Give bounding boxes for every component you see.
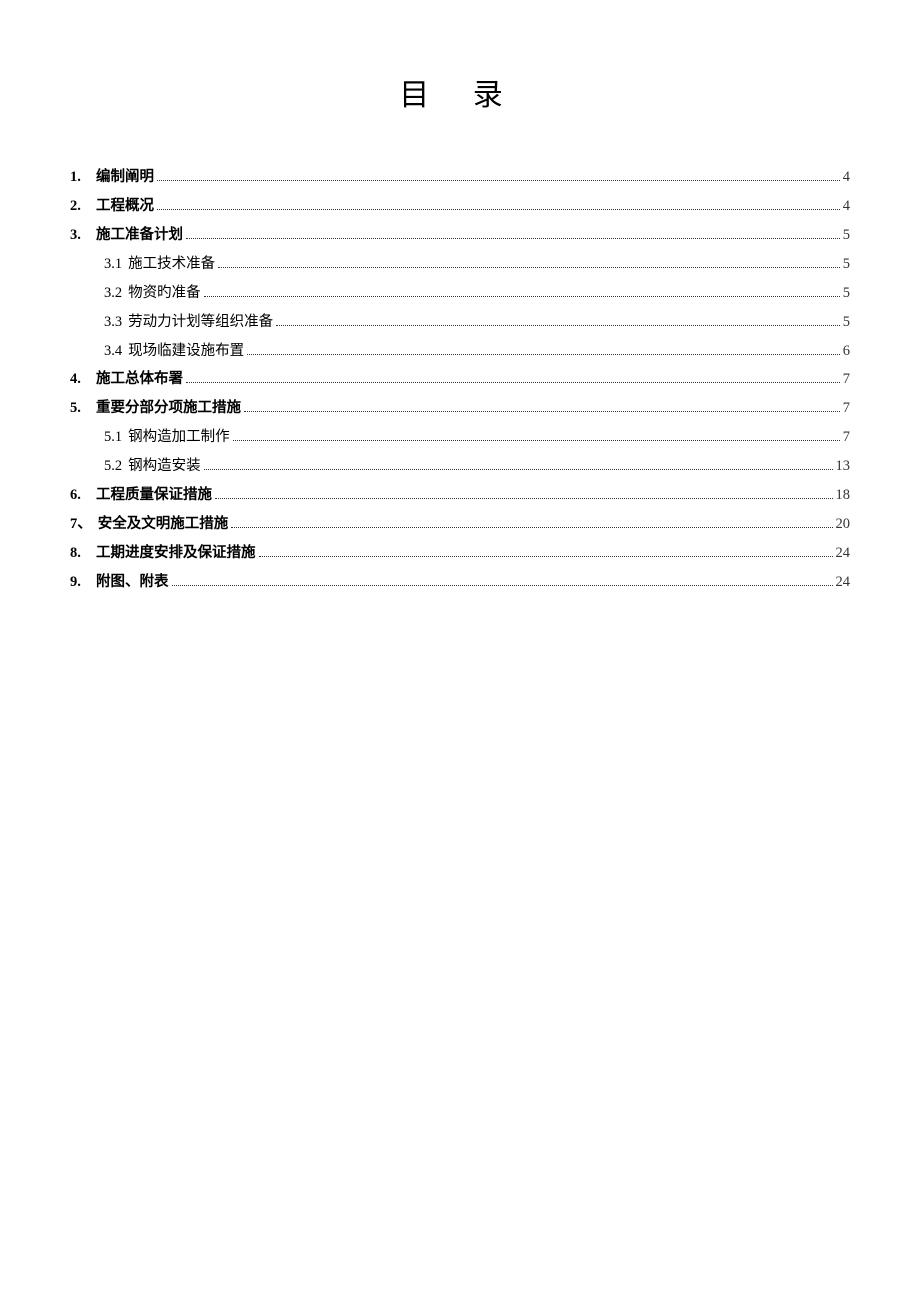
- toc-entry-number: 4.: [70, 368, 90, 392]
- toc-entry-label: 工期进度安排及保证措施: [96, 542, 256, 566]
- toc-leader-dots: [276, 325, 840, 326]
- toc-entry-page: 5: [843, 253, 850, 277]
- toc-leader-dots: [157, 180, 840, 181]
- toc-leader-dots: [218, 267, 840, 268]
- toc-entry-number: 8.: [70, 542, 90, 566]
- toc-entry: 3.2 物资旳准备 5: [70, 282, 850, 306]
- toc-entry-label: 物资旳准备: [128, 282, 201, 306]
- toc-entry: 7、安全及文明施工措施 20: [70, 513, 850, 537]
- toc-entry-label: 施工总体布署: [96, 368, 183, 392]
- toc-leader-dots: [233, 440, 840, 441]
- toc-entry-page: 5: [843, 282, 850, 306]
- toc-entry-number: 5.: [70, 397, 90, 421]
- toc-leader-dots: [259, 556, 833, 557]
- toc-entry-page: 20: [836, 513, 851, 537]
- toc-entry: 3.3 劳动力计划等组织准备 5: [70, 311, 850, 335]
- toc-leader-dots: [244, 411, 840, 412]
- toc-leader-dots: [157, 209, 840, 210]
- toc-leader-dots: [215, 498, 833, 499]
- toc-entry: 3.1 施工技术准备 5: [70, 253, 850, 277]
- toc-entry-label: 编制阐明: [96, 166, 154, 190]
- toc-entry: 5.2 钢构造安装 13: [70, 455, 850, 479]
- toc-entry-label: 钢构造加工制作: [128, 426, 230, 450]
- toc-entry-label: 安全及文明施工措施: [98, 513, 229, 537]
- toc-entry-page: 24: [836, 571, 851, 595]
- toc-entry-number: 3.3: [104, 311, 122, 335]
- toc-entry-label: 现场临建设施布置: [128, 340, 244, 364]
- toc-entry: 3.4 现场临建设施布置 6: [70, 340, 850, 364]
- toc-entry-label: 钢构造安装: [128, 455, 201, 479]
- toc-entry-page: 5: [843, 311, 850, 335]
- toc-entry-number: 3.2: [104, 282, 122, 306]
- toc-entry: 9.附图、附表 24: [70, 571, 850, 595]
- toc-entry-label: 劳动力计划等组织准备: [128, 311, 273, 335]
- toc-entry-page: 6: [843, 340, 850, 364]
- toc-leader-dots: [204, 296, 840, 297]
- toc-leader-dots: [247, 354, 840, 355]
- toc-entry-page: 7: [843, 397, 850, 421]
- toc-leader-dots: [186, 238, 840, 239]
- toc-leader-dots: [231, 527, 832, 528]
- toc-entry: 6.工程质量保证措施 18: [70, 484, 850, 508]
- toc-entry-number: 6.: [70, 484, 90, 508]
- toc-entry-label: 附图、附表: [96, 571, 169, 595]
- toc-entry-number: 3.1: [104, 253, 122, 277]
- toc-entry-label: 施工技术准备: [128, 253, 215, 277]
- toc-entry-number: 9.: [70, 571, 90, 595]
- toc-entry-number: 1.: [70, 166, 90, 190]
- toc-entry-page: 13: [836, 455, 851, 479]
- toc-entry-page: 4: [843, 166, 850, 190]
- toc-entry-label: 工程质量保证措施: [96, 484, 212, 508]
- toc-entry-page: 7: [843, 368, 850, 392]
- toc-entry-page: 18: [836, 484, 851, 508]
- toc-entry-label: 工程概况: [96, 195, 154, 219]
- toc-entry-page: 4: [843, 195, 850, 219]
- toc-entry: 5.1 钢构造加工制作 7: [70, 426, 850, 450]
- toc-entry-page: 7: [843, 426, 850, 450]
- toc-entry: 8.工期进度安排及保证措施 24: [70, 542, 850, 566]
- table-of-contents: 1.编制阐明 4 2.工程概况 4 3.施工准备计划 5 3.1 施工技术准备 5 3.2 物资旳准…: [70, 166, 850, 595]
- toc-entry-label: 施工准备计划: [96, 224, 183, 248]
- toc-entry-page: 24: [836, 542, 851, 566]
- toc-leader-dots: [204, 469, 833, 470]
- toc-entry: 3.施工准备计划 5: [70, 224, 850, 248]
- toc-entry-number: 3.: [70, 224, 90, 248]
- toc-entry-label: 重要分部分项施工措施: [96, 397, 241, 421]
- toc-entry: 1.编制阐明 4: [70, 166, 850, 190]
- toc-leader-dots: [172, 585, 833, 586]
- toc-entry-number: 5.2: [104, 455, 122, 479]
- toc-entry: 4.施工总体布署 7: [70, 368, 850, 392]
- toc-entry-number: 2.: [70, 195, 90, 219]
- toc-entry: 2.工程概况 4: [70, 195, 850, 219]
- toc-leader-dots: [186, 382, 840, 383]
- toc-entry: 5.重要分部分项施工措施 7: [70, 397, 850, 421]
- toc-entry-number: 5.1: [104, 426, 122, 450]
- toc-entry-number: 3.4: [104, 340, 122, 364]
- toc-entry-page: 5: [843, 224, 850, 248]
- page-title: 目 录: [70, 70, 850, 114]
- toc-entry-number: 7、: [70, 513, 92, 537]
